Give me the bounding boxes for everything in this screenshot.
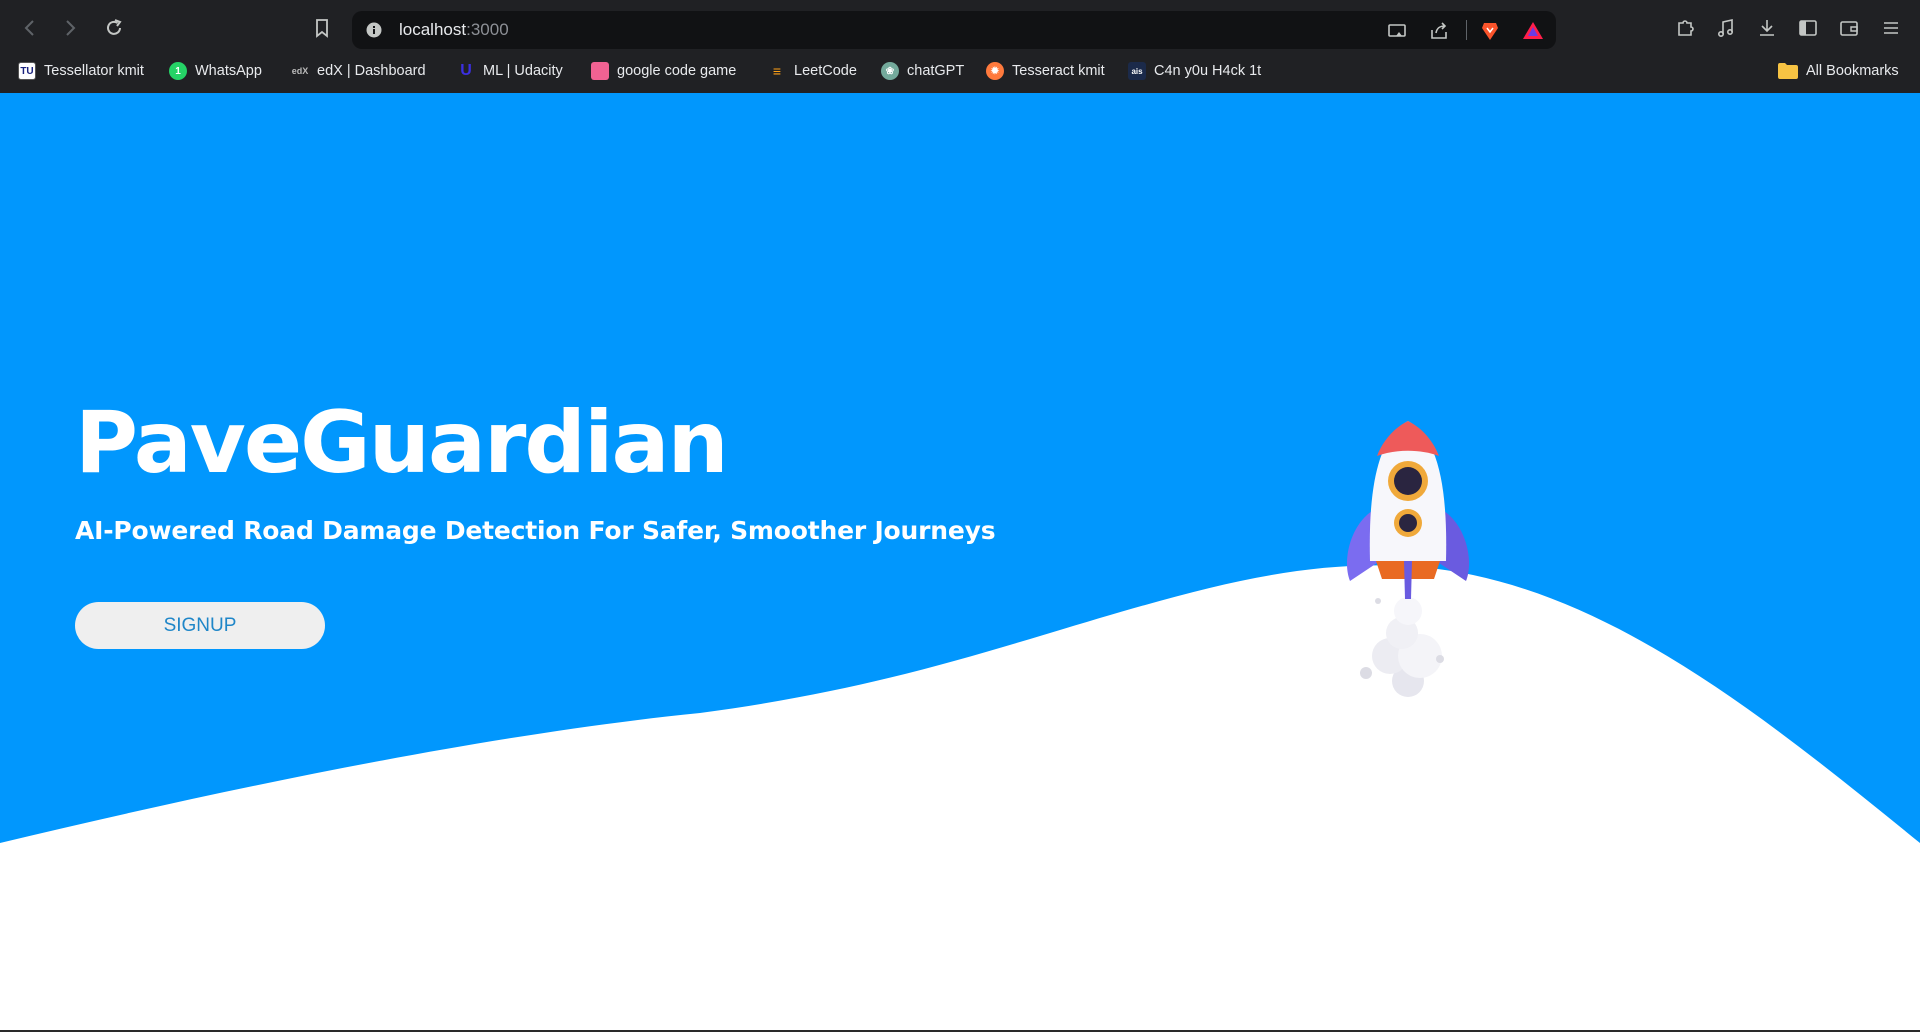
forward-arrow-icon — [66, 20, 76, 36]
downloads-button[interactable] — [1756, 17, 1778, 39]
brave-rewards-triangle-icon — [1523, 22, 1543, 39]
puzzle-icon — [1678, 20, 1694, 36]
share-icon — [1431, 22, 1447, 39]
reload-button[interactable] — [100, 14, 128, 42]
bookmark-label: WhatsApp — [195, 63, 262, 79]
back-arrow-icon — [24, 20, 34, 36]
hero-subtitle: AI-Powered Road Damage Detection For Saf… — [75, 516, 996, 545]
brave-lion-icon — [1482, 23, 1498, 40]
address-bar-divider — [1466, 20, 1467, 40]
bookmark-tessellator[interactable]: TU Tessellator kmit — [18, 58, 144, 84]
cast-icon — [1388, 24, 1406, 37]
hamburger-menu-icon — [1884, 22, 1898, 34]
hill-wave — [0, 565, 1920, 1032]
wallet-icon — [1840, 21, 1858, 36]
music-note-icon — [1717, 19, 1734, 38]
brave-rewards-button[interactable] — [1522, 20, 1544, 42]
browser-toolbar: localhost:3000 — [0, 4, 1920, 50]
bookmark-label: Tesseract kmit — [1012, 63, 1105, 79]
tesseract-icon: ✹ — [986, 62, 1004, 80]
wallet-button[interactable] — [1838, 17, 1860, 39]
brave-shields-button[interactable] — [1479, 20, 1501, 42]
bookmarks-bar: TU Tessellator kmit 1 WhatsApp edX edX |… — [0, 54, 1920, 88]
bookmark-label: C4n y0u H4ck 1t — [1154, 63, 1262, 79]
rocket-illustration — [1346, 421, 1470, 697]
bookmark-edx[interactable]: edX edX | Dashboard — [291, 58, 426, 84]
chatgpt-icon: ❀ — [881, 62, 899, 80]
folder-icon — [1778, 63, 1798, 79]
hero-title: PaveGuardian — [75, 393, 729, 493]
rocket-smoke — [1360, 597, 1444, 697]
sidebar-icon — [1799, 20, 1817, 36]
all-bookmarks-label: All Bookmarks — [1806, 63, 1899, 79]
bookmark-label: Tessellator kmit — [44, 63, 144, 79]
bookmark-whatsapp[interactable]: 1 WhatsApp — [169, 58, 262, 84]
bookmark-tesseract[interactable]: ✹ Tesseract kmit — [986, 58, 1105, 84]
url-port: :3000 — [466, 20, 509, 39]
media-button[interactable] — [1715, 17, 1737, 39]
sidebar-button[interactable] — [1797, 17, 1819, 39]
tessellator-icon: TU — [18, 62, 36, 80]
extensions-button[interactable] — [1674, 17, 1696, 39]
bookmark-label: google code game — [617, 63, 737, 79]
bookmark-google-code-game[interactable]: google code game — [591, 58, 736, 84]
reload-icon — [107, 19, 122, 35]
forward-button[interactable] — [56, 14, 84, 42]
ais-icon: ais — [1128, 62, 1146, 80]
bookmark-square-icon — [591, 62, 609, 80]
bookmark-page-button[interactable] — [308, 14, 336, 42]
url-host: localhost — [399, 20, 467, 39]
bookmark-label: edX | Dashboard — [317, 63, 426, 79]
signup-button[interactable]: SIGNUP — [75, 602, 325, 649]
main-menu-button[interactable] — [1880, 17, 1902, 39]
bookmark-udacity[interactable]: U ML | Udacity — [457, 58, 563, 84]
bookmark-label: ML | Udacity — [483, 63, 563, 79]
bookmark-c4n-y0u-h4ck-1t[interactable]: ais C4n y0u H4ck 1t — [1128, 58, 1261, 84]
browser-chrome: localhost:3000 TU Tessellator kmit 1 Wha… — [0, 0, 1920, 93]
share-button[interactable] — [1428, 20, 1450, 42]
leetcode-icon: ≡ — [772, 63, 782, 79]
whatsapp-icon: 1 — [169, 62, 187, 80]
edx-icon: edX — [291, 66, 309, 76]
bookmark-label: LeetCode — [794, 63, 857, 79]
url-text: localhost:3000 — [399, 20, 509, 40]
site-info-icon[interactable] — [366, 22, 382, 38]
back-button[interactable] — [16, 14, 44, 42]
download-icon — [1760, 20, 1774, 36]
cast-button[interactable] — [1386, 20, 1408, 42]
all-bookmarks-folder[interactable]: All Bookmarks — [1778, 58, 1899, 84]
landing-page: PaveGuardian AI-Powered Road Damage Dete… — [0, 93, 1920, 1032]
bookmark-chatgpt[interactable]: ❀ chatGPT — [881, 58, 964, 84]
address-bar[interactable]: localhost:3000 — [352, 11, 1556, 49]
udacity-icon: U — [460, 62, 472, 79]
bookmark-label: chatGPT — [907, 63, 965, 79]
bookmark-icon — [316, 19, 328, 38]
bookmark-leetcode[interactable]: ≡ LeetCode — [768, 58, 857, 84]
